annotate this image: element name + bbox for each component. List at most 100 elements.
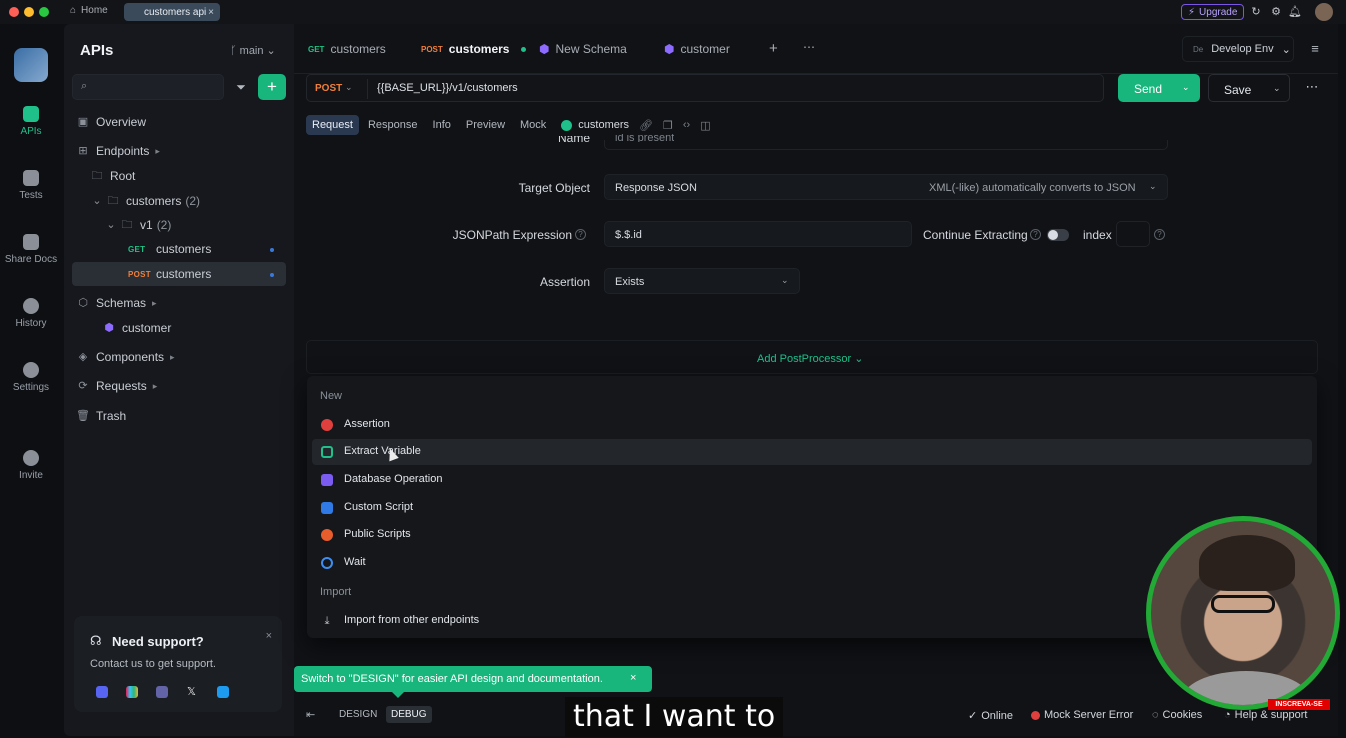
maximize-window-button[interactable]: [39, 7, 49, 17]
new-tab-button[interactable]: +: [769, 40, 778, 57]
x-icon[interactable]: 𝕏: [187, 686, 199, 698]
endpoints-icon: ⊞: [78, 145, 88, 157]
slack-icon[interactable]: [126, 686, 138, 698]
menu-item-extract-variable[interactable]: Extract Variable: [312, 439, 1312, 465]
assertion-select[interactable]: Exists ⌄: [604, 268, 800, 294]
close-window-button[interactable]: [9, 7, 19, 17]
panel-icon[interactable]: ◫: [700, 119, 710, 132]
target-object-label: Target Object: [518, 181, 590, 195]
link-icon[interactable]: 🔗︎: [639, 119, 653, 132]
sidebar-item-requests[interactable]: ⟳ Requests ▸: [76, 375, 157, 397]
environment-selector[interactable]: De Develop Env ⌄: [1182, 36, 1294, 62]
sidebar-item-schemas[interactable]: ⬡ Schemas ▸: [76, 292, 156, 314]
bottom-bar: ⇤ DESIGN DEBUG ✓ Online Mock Server Error…: [294, 702, 1338, 728]
more-icon: ⋯: [1305, 79, 1319, 94]
search-input[interactable]: ⌕: [72, 74, 224, 100]
rail-item-apis[interactable]: APIs: [0, 106, 62, 137]
rail-item-share-docs[interactable]: Share Docs: [0, 234, 62, 265]
sidebar-folder-v1[interactable]: ⌄ 🗀 v1 (2): [104, 214, 171, 236]
discord-icon[interactable]: [96, 686, 108, 698]
close-icon[interactable]: ×: [630, 672, 636, 684]
invite-icon: [23, 450, 39, 466]
folder-icon: 🗀: [107, 195, 119, 207]
sidebar-item-trash[interactable]: 🗑︎ Trash: [76, 405, 126, 427]
close-tab-icon[interactable]: ×: [208, 7, 214, 18]
teams-icon[interactable]: [156, 686, 168, 698]
help-icon[interactable]: ?: [1154, 229, 1165, 240]
subtab-preview[interactable]: Preview: [460, 115, 511, 135]
subtab-request[interactable]: Request: [306, 115, 359, 135]
window-tab-customers-api[interactable]: customers api ×: [124, 3, 220, 21]
code-icon[interactable]: ‹›: [683, 119, 690, 131]
add-postprocessor-button[interactable]: Add PostProcessor ⌄: [306, 340, 1318, 374]
filter-icon: ⏷: [236, 80, 246, 94]
minimize-window-button[interactable]: [24, 7, 34, 17]
sidebar-schema-customer[interactable]: ⬢ customer: [102, 317, 171, 339]
menu-item-assertion[interactable]: Assertion: [312, 412, 1312, 438]
sidebar-endpoint-post-customers[interactable]: POST customers: [128, 263, 211, 285]
help-icon[interactable]: ?: [575, 229, 586, 240]
mock-server-status[interactable]: Mock Server Error: [1031, 709, 1133, 721]
method-select[interactable]: POST: [315, 83, 342, 94]
online-status[interactable]: ✓ Online: [968, 709, 1013, 723]
index-input[interactable]: [1116, 221, 1150, 247]
tab-post-customers[interactable]: POST customers: [421, 42, 527, 56]
collapse-sidebar-icon[interactable]: ⇤: [306, 708, 315, 721]
sidebar-item-endpoints[interactable]: ⊞ Endpoints ▸: [76, 140, 160, 162]
sidebar-folder-customers[interactable]: ⌄ 🗀 customers (2): [90, 190, 200, 212]
sidebar-item-root[interactable]: 🗀 Root: [90, 165, 136, 187]
branch-selector[interactable]: ᚴ main ⌄: [230, 44, 276, 57]
settings-icon: [23, 362, 39, 378]
copy-icon[interactable]: ❐: [663, 119, 673, 132]
close-icon[interactable]: ×: [266, 630, 272, 642]
save-button[interactable]: Save ⌄: [1208, 74, 1290, 102]
design-mode-button[interactable]: DESIGN: [334, 706, 382, 723]
tab-new-schema[interactable]: ⬢ New Schema: [539, 42, 627, 56]
home-tab[interactable]: ⌂ Home: [70, 5, 108, 16]
continue-extracting-label: Continue Extracting: [923, 228, 1028, 242]
avatar[interactable]: [1315, 3, 1333, 21]
menu-item-custom-script[interactable]: Custom Script: [312, 495, 1312, 521]
subtab-response[interactable]: Response: [362, 115, 424, 135]
refresh-icon[interactable]: ↻: [1249, 5, 1263, 19]
help-support-button[interactable]: ◔ Help & support: [1224, 709, 1307, 721]
index-label: index: [1083, 228, 1112, 242]
more-options-button[interactable]: ⋯: [1298, 74, 1326, 102]
sidebar-item-overview[interactable]: ▣ Overview: [76, 111, 146, 133]
chevron-down-icon[interactable]: ⌄: [1182, 82, 1190, 93]
home-label: Home: [81, 5, 108, 16]
target-object-select[interactable]: Response JSON XML(-like) automatically c…: [604, 174, 1168, 200]
chevron-down-icon[interactable]: ⌄: [1273, 83, 1281, 94]
url-input[interactable]: {{BASE_URL}}/v1/customers: [377, 82, 518, 94]
subtab-mock[interactable]: Mock: [514, 115, 552, 135]
tab-customer-schema[interactable]: ⬢ customer: [664, 42, 730, 56]
chevron-down-icon[interactable]: ⌄: [345, 82, 353, 93]
menu-item-public-scripts[interactable]: Public Scripts: [312, 522, 1312, 548]
debug-mode-button[interactable]: DEBUG: [386, 706, 432, 723]
cookies-button[interactable]: ◌ Cookies: [1152, 709, 1202, 721]
sidebar-item-components[interactable]: ◈ Components ▸: [76, 346, 175, 368]
upgrade-button[interactable]: ⚡ Upgrade: [1181, 4, 1245, 20]
help-icon[interactable]: ?: [1030, 229, 1041, 240]
rail-item-settings[interactable]: Settings: [0, 362, 62, 393]
tab-get-customers[interactable]: GET customers: [308, 42, 386, 56]
bell-icon[interactable]: 🔔︎: [1288, 5, 1302, 19]
tab-overflow-button[interactable]: ⋯: [803, 40, 815, 54]
sidebar-endpoint-get-customers[interactable]: GET customers: [128, 238, 211, 260]
rail-item-history[interactable]: History: [0, 298, 62, 329]
subtab-info[interactable]: Info: [427, 115, 457, 135]
rail-item-invite[interactable]: Invite: [0, 450, 62, 481]
continue-extracting-toggle[interactable]: [1047, 229, 1069, 241]
requests-icon: ⟳: [78, 380, 88, 392]
gear-icon[interactable]: ⚙: [1269, 5, 1283, 19]
email-icon[interactable]: [217, 686, 229, 698]
menu-button[interactable]: ≡: [1302, 38, 1328, 60]
name-field[interactable]: id is present: [604, 134, 1168, 150]
add-button[interactable]: +: [258, 74, 286, 100]
components-icon: ◈: [78, 351, 88, 363]
rail-item-tests[interactable]: Tests: [0, 170, 62, 201]
send-button[interactable]: Send ⌄: [1118, 74, 1200, 102]
filter-button[interactable]: ⏷: [230, 75, 252, 99]
jsonpath-input[interactable]: $.$.id: [604, 221, 912, 247]
menu-item-database-operation[interactable]: Database Operation: [312, 467, 1312, 493]
